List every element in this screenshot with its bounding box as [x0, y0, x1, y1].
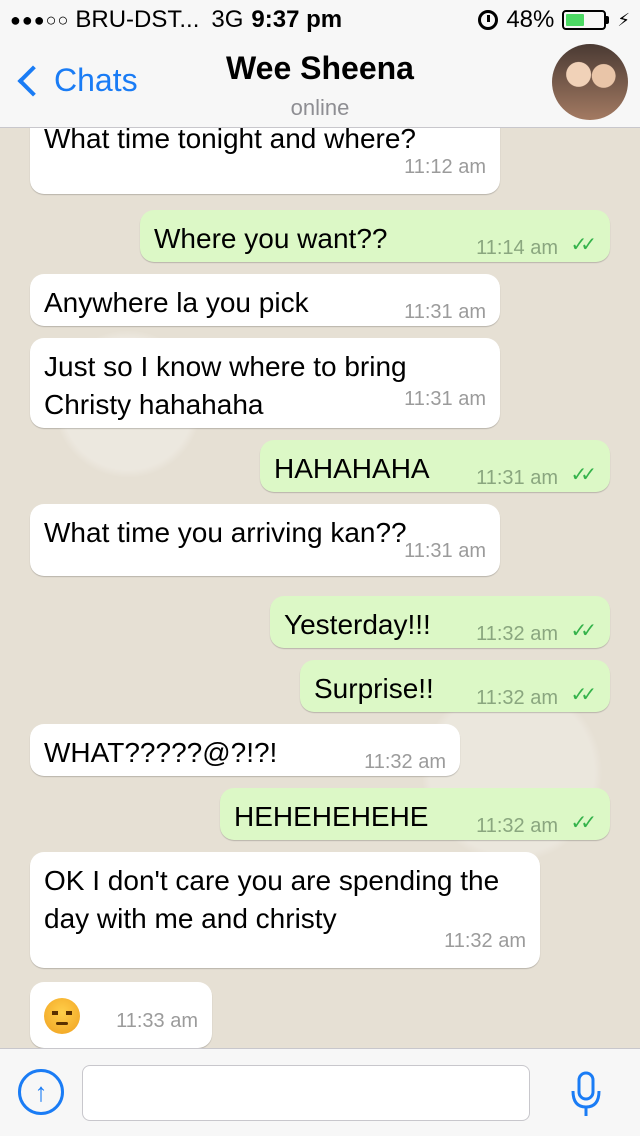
carrier-name: BRU-DST... — [75, 6, 200, 33]
angry-face-icon — [44, 998, 80, 1034]
message-time: 11:14 am — [476, 237, 558, 259]
message-text: What time you arriving kan?? — [44, 517, 407, 548]
clock: 9:37 pm — [251, 6, 343, 33]
message-text: Where you want?? — [154, 223, 388, 254]
message-time: 11:32 am — [476, 815, 558, 837]
message-text: What time tonight and where? — [44, 128, 416, 154]
message-incoming[interactable]: What time you arriving kan?? 11:31 am — [30, 504, 500, 576]
message-incoming[interactable]: 11:33 am — [30, 982, 212, 1048]
double-check-icon: ✓✓ — [570, 464, 596, 486]
battery-icon — [562, 10, 610, 30]
upload-button[interactable]: ↑ — [18, 1069, 64, 1115]
contact-header[interactable]: Wee Sheena online — [0, 50, 640, 121]
message-input-bar: ↑ — [0, 1048, 640, 1136]
double-check-icon: ✓✓ — [570, 234, 596, 256]
charging-icon: ⚡ — [617, 9, 630, 30]
message-outgoing[interactable]: Where you want?? 11:14 am ✓✓ — [140, 210, 610, 262]
message-time: 11:31 am — [404, 388, 486, 410]
message-time: 11:32 am — [364, 751, 446, 773]
message-time: 11:32 am — [444, 930, 526, 952]
battery-percent: 48% — [506, 6, 555, 33]
upload-icon: ↑ — [34, 1076, 48, 1107]
message-time: 11:33 am — [116, 1010, 198, 1032]
message-time: 11:31 am — [404, 540, 486, 562]
contact-status: online — [290, 95, 350, 120]
signal-strength-icon: ●●●○○ — [10, 9, 70, 30]
message-text: Surprise!! — [314, 673, 434, 704]
message-incoming[interactable]: What time tonight and where? 11:12 am — [30, 128, 500, 194]
microphone-icon[interactable] — [568, 1071, 604, 1119]
message-incoming[interactable]: Just so I know where to bring Christy ha… — [30, 338, 500, 428]
status-bar: ●●●○○ BRU-DST... 3G 9:37 pm 48% ⚡ — [0, 0, 640, 40]
network-type: 3G — [211, 6, 244, 33]
alarm-icon — [478, 10, 499, 30]
message-incoming[interactable]: OK I don't care you are spending the day… — [30, 852, 540, 968]
message-text: Yesterday!!! — [284, 609, 431, 640]
avatar[interactable] — [552, 44, 628, 120]
message-text: Anywhere la you pick — [44, 287, 309, 318]
contact-name: Wee Sheena — [226, 50, 414, 86]
message-time: 11:31 am — [404, 301, 486, 323]
message-time: 11:32 am — [476, 687, 558, 709]
message-input[interactable] — [82, 1065, 530, 1121]
message-outgoing[interactable]: Surprise!! 11:32 am ✓✓ — [300, 660, 610, 712]
message-incoming[interactable]: WHAT?????@?!?! 11:32 am — [30, 724, 460, 776]
message-incoming[interactable]: Anywhere la you pick 11:31 am — [30, 274, 500, 326]
message-text: HEHEHEHEHE — [234, 801, 429, 832]
message-text: HAHAHAHA — [274, 453, 430, 484]
message-outgoing[interactable]: HAHAHAHA 11:31 am ✓✓ — [260, 440, 610, 492]
message-time: 11:12 am — [404, 156, 486, 178]
message-outgoing[interactable]: Yesterday!!! 11:32 am ✓✓ — [270, 596, 610, 648]
double-check-icon: ✓✓ — [570, 812, 596, 834]
message-outgoing[interactable]: HEHEHEHEHE 11:32 am ✓✓ — [220, 788, 610, 840]
message-time: 11:31 am — [476, 467, 558, 489]
chat-area[interactable]: What time tonight and where? 11:12 am Wh… — [0, 128, 640, 1048]
double-check-icon: ✓✓ — [570, 620, 596, 642]
double-check-icon: ✓✓ — [570, 684, 596, 706]
message-text: WHAT?????@?!?! — [44, 737, 278, 768]
message-time: 11:32 am — [476, 623, 558, 645]
navigation-bar: Chats Wee Sheena online — [0, 40, 640, 128]
